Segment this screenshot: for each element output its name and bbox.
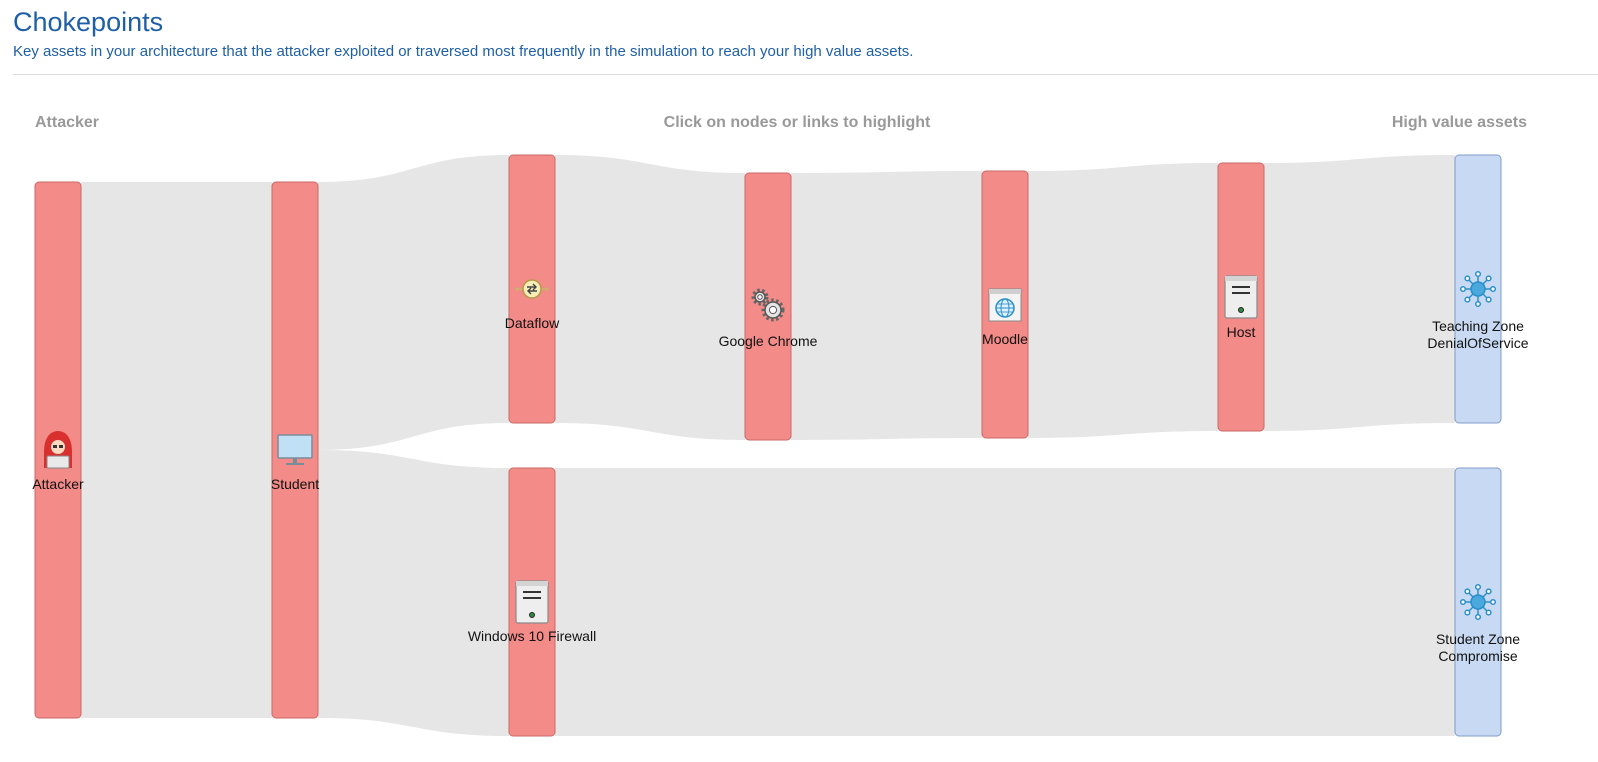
link-chrome-to-moodle[interactable] bbox=[791, 171, 982, 440]
network-icon bbox=[1459, 583, 1497, 621]
node-label-moodle: Moodle bbox=[982, 331, 1028, 347]
node-label-dataflow: Dataflow bbox=[505, 315, 560, 331]
link-moodle-to-host[interactable] bbox=[1028, 163, 1218, 438]
node-student[interactable]: Student bbox=[271, 181, 319, 719]
node-dataflow[interactable]: Dataflow bbox=[505, 154, 560, 424]
node-label-student_zone: Student Zone Compromise bbox=[1436, 631, 1520, 664]
server-icon bbox=[515, 580, 549, 624]
column-label-attacker: Attacker bbox=[35, 114, 99, 131]
server-icon bbox=[1224, 275, 1258, 319]
node-label-host: Host bbox=[1227, 324, 1256, 340]
column-label-high-value-assets: High value assets bbox=[1392, 114, 1527, 131]
node-moodle[interactable]: Moodle bbox=[981, 170, 1029, 439]
node-label-firewall: Windows 10 Firewall bbox=[468, 628, 596, 644]
link-student-to-firewall[interactable] bbox=[318, 450, 509, 736]
link-student-to-dataflow[interactable] bbox=[318, 155, 509, 450]
link-dataflow-to-chrome[interactable] bbox=[555, 155, 745, 440]
node-label-student: Student bbox=[271, 476, 319, 492]
sankey-diagram[interactable]: Attacker Student Dataflow Google Chrome Mood… bbox=[0, 0, 1598, 762]
link-attacker-to-student[interactable] bbox=[81, 182, 272, 718]
node-label-chrome: Google Chrome bbox=[719, 333, 818, 349]
hacker-icon bbox=[44, 431, 72, 469]
column-label-hint: Click on nodes or links to highlight bbox=[664, 114, 931, 131]
node-label-attacker: Attacker bbox=[32, 476, 84, 492]
web-app-icon bbox=[988, 288, 1022, 322]
link-host-to-teaching_zone[interactable] bbox=[1264, 155, 1455, 431]
node-host[interactable]: Host bbox=[1217, 162, 1265, 432]
node-label-teaching_zone: Teaching Zone DenialOfService bbox=[1427, 318, 1528, 351]
network-icon bbox=[1459, 270, 1497, 308]
node-attacker[interactable]: Attacker bbox=[32, 181, 84, 719]
link-firewall-to-student_zone[interactable] bbox=[555, 468, 1455, 736]
